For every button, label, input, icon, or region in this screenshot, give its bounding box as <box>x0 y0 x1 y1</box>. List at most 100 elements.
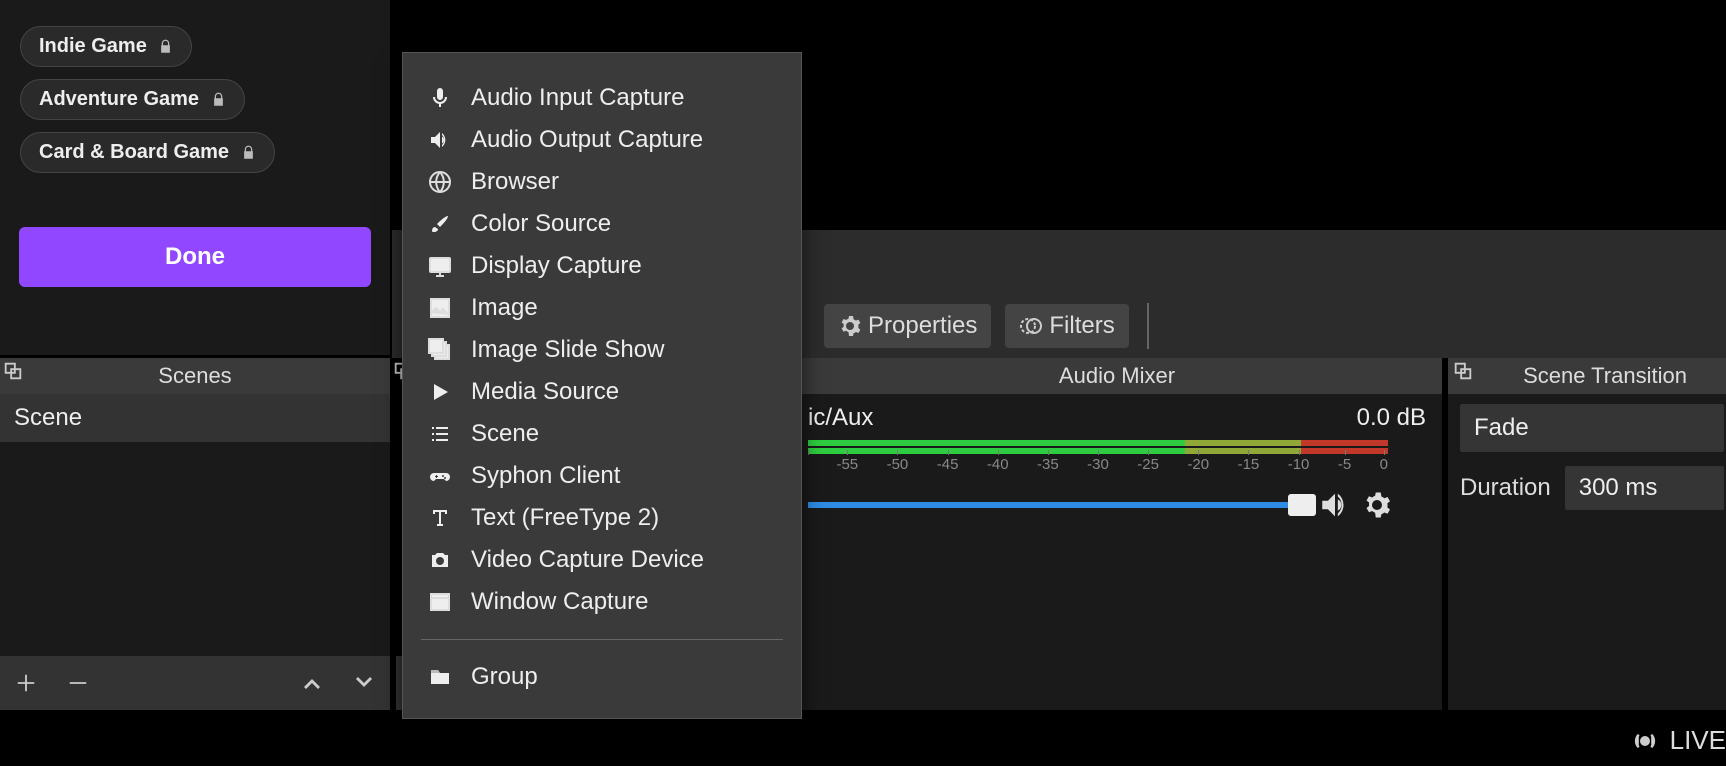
globe-icon <box>425 167 455 197</box>
play-icon <box>425 377 455 407</box>
ctx-label: Display Capture <box>471 252 642 280</box>
audio-meter <box>808 440 1388 446</box>
ctx-label: Media Source <box>471 378 619 406</box>
tick: -15 <box>1238 456 1260 480</box>
ctx-media-source[interactable]: Media Source <box>415 371 789 413</box>
popout-icon[interactable] <box>2 360 24 382</box>
duration-label: Duration <box>1460 474 1551 502</box>
transitions-panel: Fade Duration 300 ms <box>1448 394 1726 710</box>
ctx-label: Audio Input Capture <box>471 84 684 112</box>
tick: -5 <box>1338 456 1351 480</box>
ctx-image[interactable]: Image <box>415 287 789 329</box>
ctx-label: Video Capture Device <box>471 546 704 574</box>
ctx-label: Color Source <box>471 210 611 238</box>
scene-item[interactable]: Scene <box>0 394 390 442</box>
minus-icon <box>67 672 89 694</box>
tag-card-board-game[interactable]: Card & Board Game <box>20 132 275 173</box>
ctx-video-capture[interactable]: Video Capture Device <box>415 539 789 581</box>
folder-icon <box>425 662 455 692</box>
tick: -40 <box>987 456 1009 480</box>
audio-mixer-title: Audio Mixer <box>792 358 1442 394</box>
lock-icon <box>158 39 173 54</box>
tag-label: Adventure Game <box>39 88 199 110</box>
ctx-label: Group <box>471 663 538 691</box>
ctx-display-capture[interactable]: Display Capture <box>415 245 789 287</box>
filters-button[interactable]: Filters <box>1005 304 1128 348</box>
properties-button[interactable]: Properties <box>824 304 991 348</box>
tick: -20 <box>1187 456 1209 480</box>
audio-mixer-panel: ic/Aux 0.0 dB -55 -50 -45 -40 -35 -30 -2… <box>792 394 1442 710</box>
mic-icon <box>425 83 455 113</box>
plus-icon <box>15 672 37 694</box>
transition-select[interactable]: Fade <box>1460 404 1724 452</box>
tick: -55 <box>836 456 858 480</box>
left-config-panel: Indie Game Adventure Game Card & Board G… <box>0 0 390 355</box>
move-down-button[interactable] <box>338 657 390 709</box>
ctx-image-slideshow[interactable]: Image Slide Show <box>415 329 789 371</box>
tick: -10 <box>1288 456 1310 480</box>
transitions-title: Scene Transition <box>1448 358 1726 394</box>
stack-icon <box>425 335 455 365</box>
properties-label: Properties <box>868 312 977 340</box>
tick: -30 <box>1087 456 1109 480</box>
lock-icon <box>211 92 226 107</box>
scenes-toolbar <box>0 656 390 710</box>
tick: 0 <box>1380 456 1388 480</box>
text-icon <box>425 503 455 533</box>
broadcast-icon <box>1630 726 1660 756</box>
speaker-icon <box>425 125 455 155</box>
scenes-list: Scene <box>0 394 390 656</box>
tick: -35 <box>1037 456 1059 480</box>
tag-label: Card & Board Game <box>39 141 229 163</box>
ctx-browser[interactable]: Browser <box>415 161 789 203</box>
window-icon <box>425 587 455 617</box>
menu-separator <box>421 639 783 640</box>
chevron-down-icon <box>352 671 376 695</box>
ctx-window-capture[interactable]: Window Capture <box>415 581 789 623</box>
tick: -45 <box>937 456 959 480</box>
tick: -25 <box>1137 456 1159 480</box>
ctx-group[interactable]: Group <box>415 656 789 698</box>
tag-adventure-game[interactable]: Adventure Game <box>20 79 245 120</box>
add-scene-button[interactable] <box>0 657 52 709</box>
ctx-audio-output-capture[interactable]: Audio Output Capture <box>415 119 789 161</box>
separator <box>1147 303 1149 349</box>
slider-thumb[interactable] <box>1288 494 1316 516</box>
done-button[interactable]: Done <box>19 227 371 287</box>
image-icon <box>425 293 455 323</box>
lock-icon <box>241 145 256 160</box>
ctx-scene[interactable]: Scene <box>415 413 789 455</box>
mixer-channel-name: ic/Aux <box>808 404 873 432</box>
meter-ticks: -55 -50 -45 -40 -35 -30 -25 -20 -15 -10 … <box>808 456 1388 480</box>
live-indicator: LIVE <box>1630 725 1726 756</box>
ctx-color-source[interactable]: Color Source <box>415 203 789 245</box>
monitor-icon <box>425 251 455 281</box>
tag-label: Indie Game <box>39 35 147 57</box>
ctx-label: Image Slide Show <box>471 336 664 364</box>
ctx-label: Image <box>471 294 538 322</box>
ctx-label: Syphon Client <box>471 462 620 490</box>
chevron-up-icon <box>300 671 324 695</box>
gamepad-icon <box>425 461 455 491</box>
ctx-label: Text (FreeType 2) <box>471 504 659 532</box>
ctx-label: Window Capture <box>471 588 648 616</box>
remove-scene-button[interactable] <box>52 657 104 709</box>
move-up-button[interactable] <box>286 657 338 709</box>
gear-icon[interactable] <box>1362 490 1392 520</box>
filters-icon <box>1019 314 1043 338</box>
speaker-icon[interactable] <box>1318 488 1352 522</box>
tag-indie-game[interactable]: Indie Game <box>20 26 192 67</box>
popout-icon[interactable] <box>1452 360 1474 382</box>
ctx-text[interactable]: Text (FreeType 2) <box>415 497 789 539</box>
ctx-label: Scene <box>471 420 539 448</box>
camera-icon <box>425 545 455 575</box>
ctx-audio-input-capture[interactable]: Audio Input Capture <box>415 77 789 119</box>
add-source-context-menu: Audio Input Capture Audio Output Capture… <box>402 52 802 719</box>
list-icon <box>425 419 455 449</box>
duration-input[interactable]: 300 ms <box>1565 466 1724 510</box>
brush-icon <box>425 209 455 239</box>
ctx-label: Audio Output Capture <box>471 126 703 154</box>
volume-slider[interactable] <box>808 502 1308 508</box>
ctx-syphon-client[interactable]: Syphon Client <box>415 455 789 497</box>
live-label: LIVE <box>1670 725 1726 756</box>
